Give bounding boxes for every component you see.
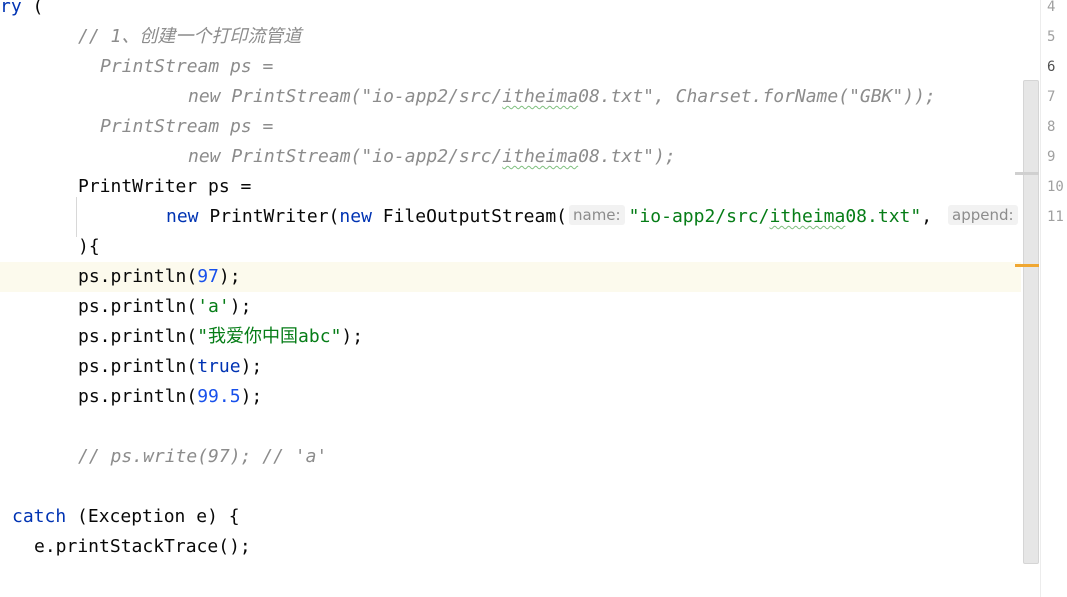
code-token: PrintWriter( — [198, 206, 340, 227]
parameter-hint-name: name: — [569, 205, 625, 225]
code-keyword: ry — [0, 0, 22, 17]
code-token: ); — [341, 326, 364, 347]
code-keyword: new — [339, 206, 372, 227]
line-number-gutter: 4 5 6 7 8 9 10 11 — [1040, 0, 1067, 597]
code-string: 'a' — [197, 296, 230, 317]
code-line[interactable]: new PrintStream("io-app2/src/itheima08.t… — [0, 82, 1040, 112]
parameter-hint-append: append: — [948, 205, 1018, 225]
code-line[interactable]: e.printStackTrace(); — [0, 532, 1040, 562]
code-keyword: new — [166, 206, 199, 227]
line-number: 8 — [1047, 119, 1056, 135]
line-number: 10 — [1047, 179, 1064, 195]
code-line-current[interactable]: ps.println(97); — [0, 262, 1040, 292]
code-line[interactable]: // ps.write(97); // 'a' — [0, 442, 1040, 472]
code-line[interactable]: new PrintStream("io-app2/src/itheima08.t… — [0, 142, 1040, 172]
code-token: ){ — [78, 236, 100, 257]
code-comment: 08.txt"); — [578, 146, 676, 167]
code-line[interactable]: ps.println(99.5); — [0, 382, 1040, 412]
indent-guide — [76, 197, 77, 237]
code-line[interactable]: ps.println('a'); — [0, 292, 1040, 322]
code-editor[interactable]: ry ( // 1、创建一个打印流管道 PrintStream ps = new… — [0, 0, 1040, 597]
code-token: ps.println( — [78, 356, 198, 377]
code-line[interactable]: catch (Exception e) { — [0, 502, 1040, 532]
code-token: (Exception e) { — [66, 506, 240, 527]
code-string: 08.txt" — [845, 206, 922, 227]
code-token: ); — [229, 296, 252, 317]
scroll-marker-gray[interactable] — [1015, 172, 1039, 175]
code-number: 97 — [197, 266, 219, 287]
code-comment: new PrintStream("io-app2/src/ — [188, 86, 503, 107]
code-comment-typo: itheima — [502, 86, 579, 107]
code-line[interactable]: PrintWriter ps = — [0, 172, 1040, 202]
code-token: FileOutputStream( — [371, 206, 567, 227]
code-token: e.printStackTrace(); — [34, 536, 251, 557]
line-number: 5 — [1047, 29, 1056, 45]
code-line[interactable]: ){ — [0, 232, 1040, 262]
code-line[interactable]: PrintStream ps = — [0, 112, 1040, 142]
code-keyword: catch — [12, 506, 67, 527]
code-token: ps.println( — [78, 266, 198, 287]
code-comment-typo: itheima — [502, 146, 579, 167]
code-string: "io-app2/src/ — [628, 206, 770, 227]
code-comment: PrintStream ps = — [100, 56, 274, 77]
code-line[interactable]: PrintStream ps = — [0, 52, 1040, 82]
code-token: ps.println( — [78, 386, 198, 407]
code-comment: PrintStream ps = — [100, 116, 274, 137]
code-token: ); — [218, 266, 241, 287]
code-line[interactable]: // 1、创建一个打印流管道 — [0, 22, 1040, 52]
line-number: 11 — [1047, 209, 1064, 225]
code-line[interactable]: ps.println("我爱你中国abc"); — [0, 322, 1040, 352]
line-number: 9 — [1047, 149, 1056, 165]
code-comment: // ps.write(97); // 'a' — [78, 446, 328, 467]
code-line[interactable]: ps.println(true); — [0, 352, 1040, 382]
line-number: 4 — [1047, 0, 1056, 15]
code-token: ); — [240, 386, 263, 407]
code-token: ( — [21, 0, 44, 17]
line-number: 6 — [1047, 59, 1056, 75]
code-token: , — [921, 206, 933, 227]
code-token: ); — [240, 356, 263, 377]
line-number: 7 — [1047, 89, 1056, 105]
code-token: ps.println( — [78, 296, 198, 317]
vertical-scrollbar-thumb[interactable] — [1023, 80, 1039, 564]
code-line[interactable]: new PrintWriter(new FileOutputStream(nam… — [0, 202, 1040, 232]
code-string-typo: itheima — [769, 206, 846, 227]
code-keyword: true — [197, 356, 241, 377]
scroll-marker-warning[interactable] — [1015, 264, 1039, 267]
code-line[interactable]: ry ( — [0, 0, 1040, 22]
code-comment: // 1、创建一个打印流管道 — [78, 26, 302, 47]
code-number: 99.5 — [197, 386, 241, 407]
code-string: "我爱你中国abc" — [197, 326, 342, 347]
code-token: ps.println( — [78, 326, 198, 347]
code-comment: 08.txt", Charset.forName("GBK")); — [578, 86, 936, 107]
code-token: PrintWriter ps = — [78, 176, 252, 197]
code-comment: new PrintStream("io-app2/src/ — [188, 146, 503, 167]
